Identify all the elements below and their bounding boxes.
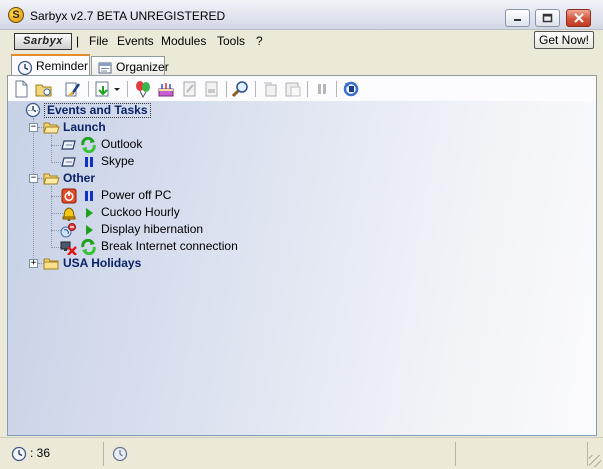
collapse-toggle[interactable]: −: [29, 174, 38, 183]
tree-connector: [28, 110, 40, 111]
tab-organizer[interactable]: Organizer: [91, 56, 169, 76]
open-folder-icon[interactable]: [35, 80, 53, 98]
app-icon[interactable]: S: [8, 7, 24, 23]
close-icon: [574, 13, 584, 23]
tab-strip: Reminder Organizer: [0, 52, 603, 77]
tab-reminder[interactable]: Reminder: [11, 54, 90, 77]
status-panel-count: : 36: [4, 442, 104, 466]
task-cuckoo-hourly[interactable]: Cuckoo Hourly: [101, 205, 180, 221]
display-sleep-icon: [60, 223, 76, 238]
task-break-internet[interactable]: Break Internet connection: [101, 239, 238, 255]
new-icon[interactable]: [12, 80, 30, 98]
collapse-toggle[interactable]: −: [29, 123, 38, 132]
toolbar-separator: [255, 81, 256, 97]
recurring-icon: [81, 239, 96, 255]
timer-icon: [112, 446, 128, 462]
clock-icon: [11, 446, 27, 462]
recurring-icon: [81, 137, 96, 153]
dropdown-arrow-icon[interactable]: [113, 80, 121, 98]
app-shortcut-icon: [61, 140, 76, 150]
events-tree[interactable]: Events and Tasks − Launch Outlook Skype …: [7, 101, 597, 436]
paused-icon: [85, 191, 93, 201]
tab-reminder-label: Reminder: [36, 59, 89, 73]
copy-icon[interactable]: [262, 80, 280, 98]
tree-connector: [33, 118, 34, 264]
menu-help[interactable]: ?: [256, 34, 263, 48]
status-panel-extra: [458, 442, 588, 466]
get-now-button[interactable]: Get Now!: [534, 31, 594, 49]
maximize-button[interactable]: [535, 9, 560, 27]
disabled-doc-icon[interactable]: [203, 80, 221, 98]
sarbyx-logo: Sarbyx: [14, 33, 72, 50]
resize-grip[interactable]: [589, 455, 601, 467]
menu-separator: |: [76, 34, 80, 48]
toolbar: [7, 75, 597, 102]
organizer-icon: [98, 62, 112, 74]
group-launch[interactable]: Launch: [63, 120, 106, 136]
maximize-icon: [542, 13, 553, 23]
folder-icon: [43, 258, 59, 270]
search-icon[interactable]: [232, 80, 250, 98]
task-power-off[interactable]: Power off PC: [101, 188, 171, 204]
toolbar-separator: [88, 81, 89, 97]
network-disconnect-icon: [60, 241, 77, 255]
paused-icon: [85, 157, 93, 167]
minimize-icon: [514, 19, 521, 21]
cake-icon[interactable]: [157, 80, 175, 98]
task-display-hibernation[interactable]: Display hibernation: [101, 222, 203, 238]
import-icon[interactable]: [94, 80, 112, 98]
balloons-icon[interactable]: [134, 80, 152, 98]
status-count: : 36: [30, 446, 51, 460]
status-bar: : 36: [0, 437, 603, 469]
paste-icon[interactable]: [284, 80, 302, 98]
menu-modules[interactable]: Modules: [161, 34, 206, 48]
title-bar[interactable]: S Sarbyx v2.7 BETA UNREGISTERED: [0, 0, 603, 30]
task-skype[interactable]: Skype: [101, 154, 134, 170]
task-outlook[interactable]: Outlook: [101, 137, 142, 153]
refresh-icon[interactable]: [342, 80, 360, 98]
group-usa-holidays[interactable]: USA Holidays: [63, 256, 141, 272]
toolbar-separator: [336, 81, 337, 97]
toolbar-separator: [226, 81, 227, 97]
status-panel-main: [106, 442, 456, 466]
running-icon: [86, 208, 93, 218]
menu-file[interactable]: File: [89, 34, 108, 48]
running-icon: [86, 225, 93, 235]
minimize-button[interactable]: [505, 9, 530, 27]
menu-events[interactable]: Events: [117, 34, 154, 48]
expand-toggle[interactable]: +: [29, 259, 38, 268]
menu-bar: Sarbyx | File Events Modules Tools ?: [0, 30, 603, 52]
folder-open-icon: [43, 122, 60, 134]
toolbar-separator: [127, 81, 128, 97]
tree-connector: [51, 135, 52, 163]
window-title: Sarbyx v2.7 BETA UNREGISTERED: [30, 9, 226, 23]
edit-icon[interactable]: [64, 80, 82, 98]
folder-open-icon: [43, 173, 60, 185]
power-icon: [61, 188, 77, 204]
menu-tools[interactable]: Tools: [217, 34, 245, 48]
clock-icon: [17, 60, 33, 76]
app-shortcut-icon: [61, 157, 76, 167]
tab-organizer-label: Organizer: [116, 60, 169, 74]
close-button[interactable]: [566, 9, 591, 27]
toolbar-separator: [307, 81, 308, 97]
bell-icon: [62, 207, 76, 221]
tree-root[interactable]: Events and Tasks: [44, 103, 151, 118]
group-other[interactable]: Other: [63, 171, 95, 187]
document-icon[interactable]: [181, 80, 199, 98]
pause-icon[interactable]: [313, 80, 331, 98]
